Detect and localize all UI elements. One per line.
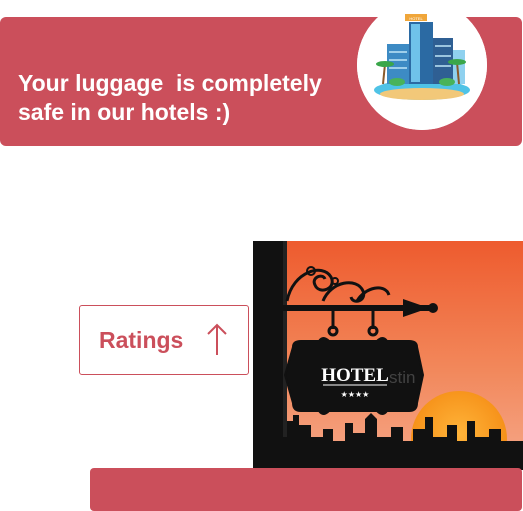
sign-title: HOTEL <box>321 365 389 386</box>
ratings-button[interactable]: Ratings <box>79 305 249 375</box>
bottom-action-bar[interactable] <box>90 468 522 511</box>
sign-stars: ★★★★ <box>341 390 370 399</box>
arrow-up-icon <box>207 323 227 355</box>
banner-message: Your luggage is completely safe in our h… <box>18 70 322 125</box>
ratings-label: Ratings <box>99 327 184 353</box>
hotel-sign-image: HOTEL ★★★★ stin <box>253 241 523 470</box>
hotel-building-icon: HOTEL <box>357 0 487 130</box>
hotel-badge: HOTEL <box>357 0 487 130</box>
watermark-text: stin <box>389 368 415 387</box>
hotel-sign-illustration: HOTEL ★★★★ stin <box>253 241 523 470</box>
badge-caption: HOTEL <box>409 16 423 21</box>
